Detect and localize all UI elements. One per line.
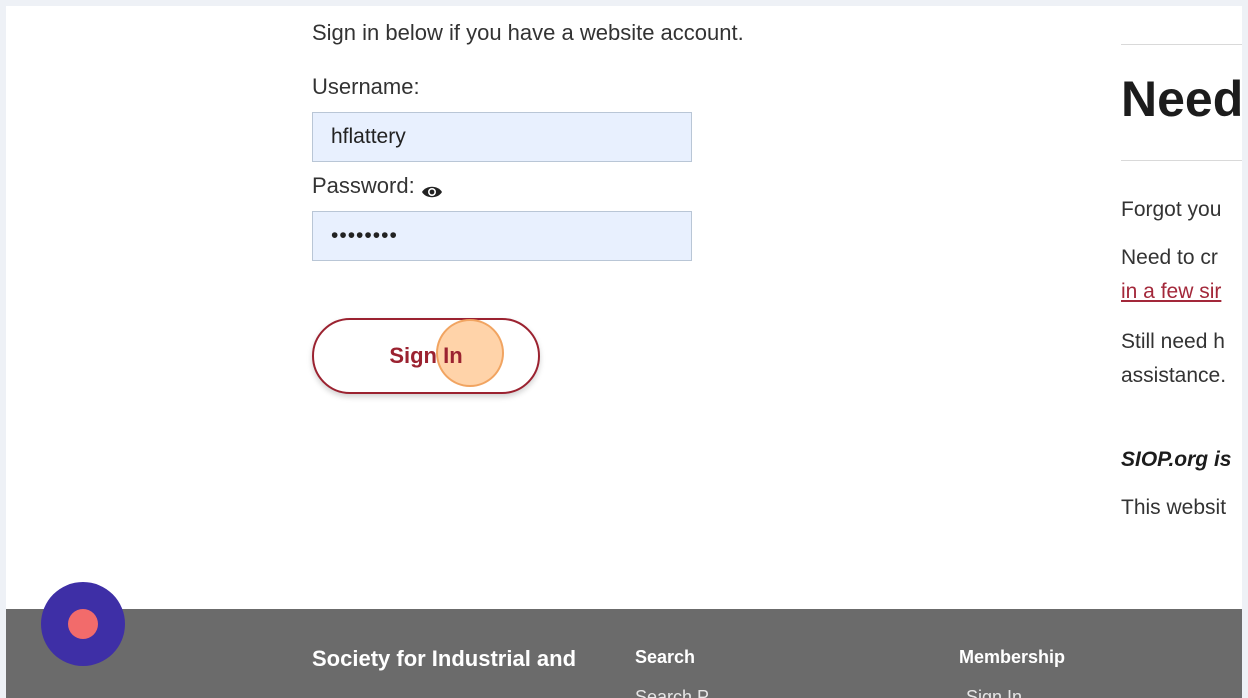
page: Sign in below if you have a website acco… [6, 6, 1242, 698]
create-account-link[interactable]: in a few sir [1121, 280, 1221, 304]
footer: Society for Industrial and Search Search… [6, 609, 1242, 698]
footer-search-heading: Search [635, 647, 696, 667]
sidebar-heading: Need [1121, 71, 1242, 127]
help-text-continued: assistance. [1121, 364, 1227, 387]
password-label-row: Password: [312, 173, 443, 199]
forgot-text: Forgot you [1121, 198, 1222, 221]
create-account-text: Need to cr [1121, 246, 1218, 269]
footer-search-link[interactable]: Search P [635, 687, 709, 698]
footer-org-name[interactable]: Society for Industrial and [312, 643, 582, 675]
password-input[interactable]: •••••••• [312, 211, 692, 261]
divider [1121, 160, 1242, 161]
divider [1121, 44, 1242, 45]
siop-notice-heading: SIOP.org is [1121, 448, 1232, 471]
footer-signin-link[interactable]: Sign In [966, 687, 1022, 698]
sign-in-button-label: Sign In [389, 343, 463, 368]
signin-intro-text: Sign in below if you have a website acco… [312, 20, 744, 45]
sign-in-button[interactable]: Sign In [312, 318, 540, 394]
password-label: Password: [312, 173, 415, 198]
footer-membership-heading: Membership [959, 647, 1066, 667]
record-button[interactable] [41, 582, 125, 666]
username-label: Username: [312, 74, 420, 99]
username-input[interactable] [312, 112, 692, 162]
record-icon [68, 609, 98, 639]
eye-icon[interactable] [421, 179, 443, 198]
help-text: Still need h [1121, 330, 1225, 353]
website-notice-text: This websit [1121, 496, 1227, 519]
